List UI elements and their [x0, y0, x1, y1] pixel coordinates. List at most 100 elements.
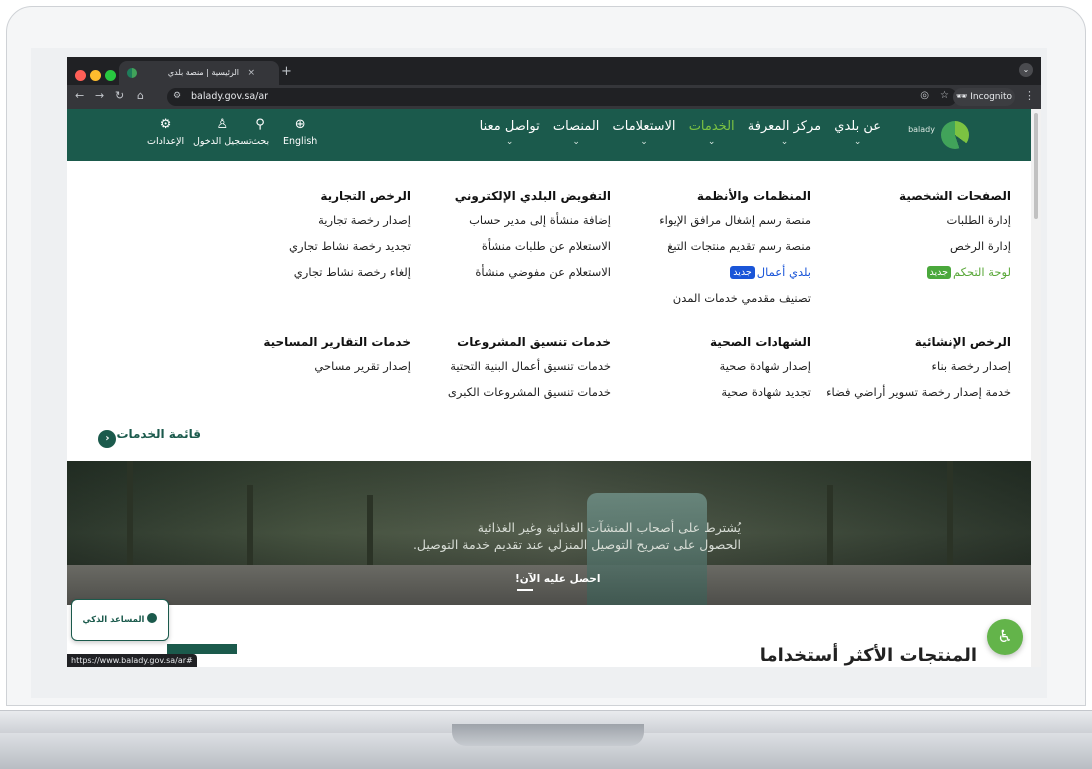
- menu-link-balady-business[interactable]: بلدي أعمالجديد: [591, 265, 811, 279]
- url-text[interactable]: balady.gov.sa/ar: [191, 91, 268, 102]
- tab-search-chevron-icon[interactable]: ⌄: [1019, 63, 1033, 77]
- nav-item-label: المنصات: [552, 119, 600, 134]
- scrollbar-thumb[interactable]: [1034, 113, 1038, 219]
- accessibility-icon[interactable]: ♿: [987, 619, 1023, 655]
- assistant-icon: [147, 613, 158, 623]
- reload-icon[interactable]: ↻: [115, 89, 124, 102]
- incognito-badge[interactable]: 🕶 Incognito: [953, 88, 1015, 106]
- menu-link-tobacco-fee[interactable]: منصة رسم تقديم منتجات التبغ: [591, 239, 811, 253]
- menu-link-facility-delegates[interactable]: الاستعلام عن مفوضي منشأة: [391, 265, 611, 279]
- hero-line-1: يُشترط على أصحاب المنشآت الغذائية وغير ا…: [477, 520, 741, 535]
- menu-link-hospitality-fee[interactable]: منصة رسم إشغال مرافق الإيواء: [591, 213, 811, 227]
- language-label: English: [283, 136, 318, 147]
- menu-column-construction: الرخص الإنشائية إصدار رخصة بناء خدمة إصد…: [791, 335, 1011, 411]
- bookmark-star-icon[interactable]: ☆: [940, 90, 949, 101]
- chevron-left-icon: ‹: [98, 430, 117, 448]
- forward-arrow-icon[interactable]: →: [95, 89, 104, 102]
- nav-item-about[interactable]: عن بلدي ⌄: [834, 119, 881, 148]
- nav-item-knowledge-center[interactable]: مركز المعرفة ⌄: [748, 119, 821, 148]
- nav-item-label: تواصل معنا: [479, 119, 540, 134]
- hero-cta-link[interactable]: احصل عليه الآن!: [515, 573, 600, 585]
- column-title: المنظمات والأنظمة: [696, 189, 811, 203]
- menu-link-issue-commercial[interactable]: إصدار رخصة تجارية: [191, 213, 411, 227]
- nav-item-label: الاستعلامات: [612, 119, 676, 134]
- home-icon[interactable]: ⌂: [137, 89, 144, 102]
- tab-close-icon[interactable]: ×: [247, 61, 255, 85]
- nav-item-inquiries[interactable]: الاستعلامات ⌄: [613, 119, 676, 148]
- new-tab-button[interactable]: +: [281, 61, 292, 83]
- chevron-down-icon: ⌄: [707, 137, 716, 147]
- browser-window: الرئيسية | منصة بلدي × + ⌄ ← → ↻ ⌂ ⚙ bal…: [67, 57, 1041, 667]
- close-window-button[interactable]: [75, 70, 86, 81]
- chevron-down-icon: ⌄: [640, 137, 648, 147]
- language-button[interactable]: ⊕ English: [283, 117, 317, 147]
- menu-column-survey: خدمات التقارير المساحية إصدار تقرير مساح…: [191, 335, 411, 385]
- user-icon: ♙: [216, 117, 229, 132]
- column-title: الشهادات الصحية: [709, 335, 811, 349]
- settings-label: الإعدادات: [147, 136, 185, 147]
- hero-line-2: الحصول على تصريح التوصيل المنزلي عند تقد…: [412, 537, 741, 552]
- menu-link-major-projects[interactable]: خدمات تنسيق المشروعات الكبرى: [391, 385, 611, 399]
- column-title: الصفحات الشخصية: [899, 189, 1011, 203]
- menu-column-projects: خدمات تنسيق المشروعات خدمات تنسيق أعمال …: [391, 335, 611, 411]
- nav-item-label: الخدمات: [688, 119, 735, 134]
- site-info-icon[interactable]: ⚙: [173, 91, 181, 101]
- menu-link-manage-requests[interactable]: إدارة الطلبات: [791, 213, 1012, 227]
- tab-strip: الرئيسية | منصة بلدي × + ⌄: [67, 57, 1041, 85]
- incognito-label: Incognito: [970, 92, 1013, 102]
- menu-link-renew-health-cert[interactable]: تجديد شهادة صحية: [591, 385, 811, 399]
- maximize-window-button[interactable]: [105, 70, 116, 81]
- login-button[interactable]: ♙ تسجيل الدخول: [193, 117, 252, 147]
- menu-link-manage-licenses[interactable]: إدارة الرخص: [791, 239, 1011, 253]
- balady-logo-mark-icon: [941, 121, 969, 149]
- carousel-indicator[interactable]: [517, 589, 533, 591]
- search-button[interactable]: ⚲ بحث: [251, 117, 269, 147]
- nav-item-contact[interactable]: تواصل معنا ⌄: [480, 119, 540, 148]
- menu-link-survey-report[interactable]: إصدار تقرير مساحي: [191, 359, 411, 373]
- dashboard-label: لوحة التحكم: [953, 265, 1011, 279]
- menu-link-add-facility[interactable]: إضافة منشأة إلى مدير حساب: [391, 213, 611, 227]
- menu-link-dashboard[interactable]: لوحة التحكمجديد: [791, 265, 1011, 279]
- column-title: التفويض البلدي الإلكتروني: [454, 189, 611, 203]
- balady-logo[interactable]: balady: [899, 117, 969, 153]
- menu-link-city-providers[interactable]: تصنيف مقدمي خدمات المدن: [591, 291, 811, 305]
- menu-link-building-license[interactable]: إصدار رخصة بناء: [791, 359, 1011, 373]
- services-mega-menu: الصفحات الشخصية إدارة الطلبات إدارة الرخ…: [67, 161, 1041, 461]
- search-label: بحث: [251, 136, 270, 147]
- browser-tab[interactable]: الرئيسية | منصة بلدي ×: [119, 61, 279, 85]
- menu-link-issue-health-cert[interactable]: إصدار شهادة صحية: [591, 359, 811, 373]
- new-badge: جديد: [926, 266, 952, 279]
- most-used-title: المنتجات الأكثر أستخداما: [759, 645, 977, 666]
- settings-button[interactable]: ⚙ الإعدادات: [147, 117, 184, 147]
- balady-business-label: بلدي أعمال: [756, 265, 811, 279]
- back-arrow-icon[interactable]: ←: [75, 89, 84, 102]
- menu-link-facility-requests[interactable]: الاستعلام عن طلبات منشأة: [391, 239, 611, 253]
- menu-link-fence-license[interactable]: خدمة إصدار رخصة تسوير أراضي فضاء: [791, 385, 1011, 399]
- browser-menu-icon[interactable]: ⋮: [1024, 89, 1035, 102]
- menu-link-cancel-commercial[interactable]: إلغاء رخصة نشاط تجاري: [191, 265, 411, 279]
- laptop-notch: [452, 724, 644, 746]
- nav-item-services[interactable]: الخدمات ⌄: [689, 119, 735, 148]
- chat-widget-strip: [167, 644, 237, 654]
- services-list-label: قائمة الخدمات: [116, 427, 201, 441]
- main-navigation: عن بلدي ⌄ مركز المعرفة ⌄ الخدمات ⌄ الاستعلا…: [471, 119, 881, 148]
- hero-banner: يُشترط على أصحاب المنشآت الغذائية وغير ا…: [67, 461, 1041, 605]
- balady-favicon-icon: [127, 68, 137, 78]
- new-badge: جديد: [730, 266, 755, 279]
- chevron-down-icon: ⌄: [505, 137, 514, 147]
- address-bar[interactable]: ⚙ balady.gov.sa/ar ◎ ☆: [167, 88, 957, 106]
- menu-link-infrastructure[interactable]: خدمات تنسيق أعمال البنية التحتية: [391, 359, 611, 373]
- tracking-eye-icon[interactable]: ◎: [920, 90, 929, 101]
- nav-item-label: مركز المعرفة: [747, 119, 822, 134]
- incognito-icon: 🕶: [955, 92, 971, 102]
- site-header: balady عن بلدي ⌄ مركز المعرفة ⌄ الخدمات ⌄ ا…: [67, 109, 1041, 161]
- smart-assistant-button[interactable]: المساعد الذكي: [71, 599, 169, 641]
- minimize-window-button[interactable]: [90, 70, 101, 81]
- login-label: تسجيل الدخول: [193, 136, 252, 147]
- services-list-link[interactable]: قائمة الخدمات‹: [92, 427, 201, 448]
- menu-link-renew-commercial[interactable]: تجديد رخصة نشاط تجاري: [191, 239, 411, 253]
- nav-item-label: عن بلدي: [834, 119, 881, 134]
- menu-column-commercial: الرخص التجارية إصدار رخصة تجارية تجديد ر…: [191, 189, 411, 291]
- globe-icon: ⊕: [294, 117, 306, 132]
- nav-item-platforms[interactable]: المنصات ⌄: [553, 119, 599, 148]
